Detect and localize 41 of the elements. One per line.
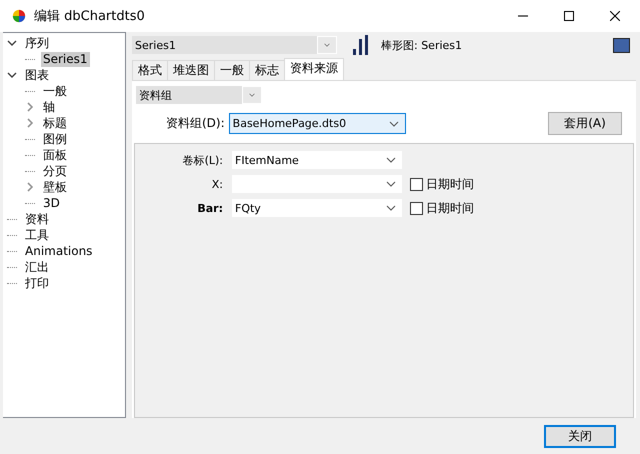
close-icon[interactable] xyxy=(610,11,620,21)
window-title: 编辑 dbChartdts0 xyxy=(34,8,145,25)
tree-item[interactable]: 图例 xyxy=(41,132,69,146)
tree-item[interactable]: 打印 xyxy=(23,276,51,290)
tree-item[interactable]: 分页 xyxy=(41,164,69,178)
bar-chart-icon xyxy=(353,35,369,55)
close-button[interactable]: 关闭 xyxy=(544,424,616,448)
checkbox-label: 日期时间 xyxy=(426,176,474,192)
tree-item[interactable]: Series1 xyxy=(41,52,90,66)
tree-item[interactable]: 3D xyxy=(41,196,62,210)
field-dropdown[interactable]: FQty xyxy=(232,199,402,217)
tree-item[interactable]: Animations xyxy=(23,244,94,258)
apply-button[interactable]: 套用(A) xyxy=(548,112,622,135)
tree-item[interactable]: 轴 xyxy=(41,100,57,114)
checkbox[interactable] xyxy=(410,202,423,214)
tree-item[interactable]: 资料 xyxy=(23,212,51,226)
field-dropdown[interactable]: FItemName xyxy=(232,151,402,169)
field-label: Bar: xyxy=(196,202,223,214)
field-label: 资料组(D): xyxy=(166,115,225,132)
tree-item[interactable]: 工具 xyxy=(23,228,51,242)
checkbox-label: 日期时间 xyxy=(426,200,474,216)
tree-item[interactable]: 面板 xyxy=(41,148,69,162)
source-dropdown[interactable]: 资料组 xyxy=(136,86,262,104)
tab[interactable]: 资料来源 xyxy=(284,58,344,80)
tree-item[interactable]: 一般 xyxy=(41,84,69,98)
tree-item[interactable]: 图表 xyxy=(23,68,51,82)
series-dropdown[interactable]: Series1 xyxy=(132,36,337,54)
dataset-dropdown[interactable]: BaseHomePage.dts0 xyxy=(228,113,406,134)
app-icon xyxy=(12,9,26,23)
tree-item[interactable]: 标题 xyxy=(41,116,69,130)
tree-item[interactable]: 汇出 xyxy=(23,260,51,274)
series-type-label: 棒形图: Series1 xyxy=(381,38,462,52)
tab[interactable]: 格式 xyxy=(132,60,168,80)
tree-item[interactable]: 壁板 xyxy=(41,180,69,194)
series-color-swatch[interactable] xyxy=(613,38,630,52)
tree-item[interactable]: 序列 xyxy=(23,36,51,50)
field-dropdown[interactable] xyxy=(232,175,402,193)
checkbox[interactable] xyxy=(410,178,423,190)
field-label: X: xyxy=(210,178,223,190)
maximize-icon[interactable] xyxy=(564,11,574,21)
field-label: 卷标(L): xyxy=(182,152,223,168)
